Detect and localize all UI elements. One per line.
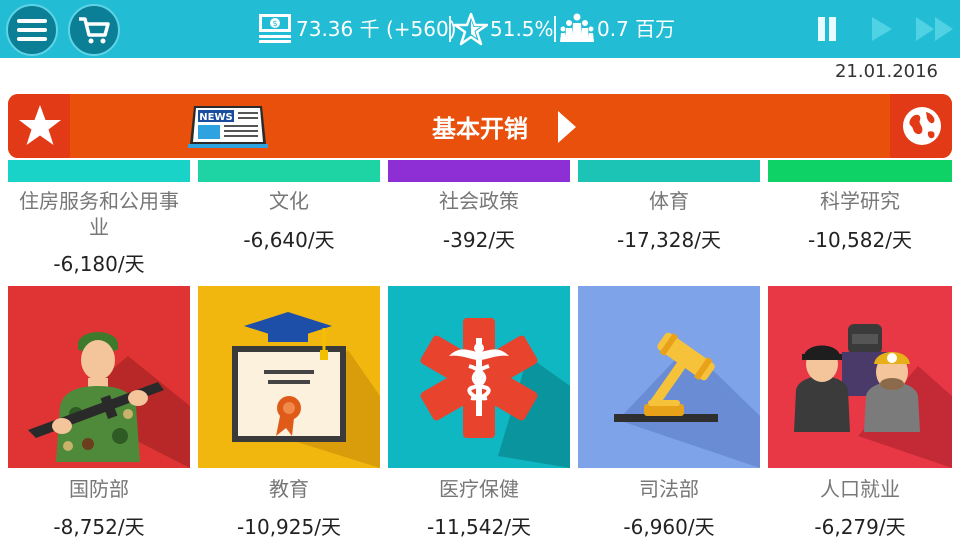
fast-forward-icon[interactable]: [914, 14, 956, 44]
budget-card-healthcare[interactable]: 医疗保健 -11,542/天: [388, 286, 570, 540]
people-icon: [560, 13, 594, 42]
budget-card-justice[interactable]: 司法部 -6,960/天: [578, 286, 760, 540]
budget-card-social-policy[interactable]: 社会政策 -392/天: [388, 160, 570, 278]
shop-button[interactable]: [68, 4, 120, 56]
budget-card-science[interactable]: 科学研究 -10,582/天: [768, 160, 952, 278]
divider: [554, 16, 556, 42]
card-value: -392/天: [442, 228, 516, 252]
card-label: 国防部: [69, 477, 129, 501]
card-label: 文化: [269, 189, 309, 213]
globe-icon: [903, 107, 941, 145]
card-image: [578, 286, 760, 468]
card-value: -10,582/天: [808, 228, 912, 252]
cart-icon: [79, 17, 110, 44]
card-label: 住房服务和公用事业: [19, 189, 179, 239]
card-color-strip: [8, 160, 190, 182]
population-value: 0.7 百万: [597, 17, 676, 41]
budget-card-sports[interactable]: 体育 -17,328/天: [578, 160, 760, 278]
card-value: -10,925/天: [237, 515, 341, 539]
card-value: -6,640/天: [243, 228, 335, 252]
card-image: [8, 286, 190, 468]
card-image: [198, 286, 380, 468]
budget-card-housing[interactable]: 住房服务和公用事业 -6,180/天: [8, 160, 190, 278]
card-label: 医疗保健: [439, 477, 519, 501]
soldier-icon: [28, 332, 190, 468]
svg-text:$: $: [272, 19, 277, 28]
arrow-right-icon[interactable]: [556, 109, 578, 145]
card-label: 人口就业: [820, 477, 900, 501]
card-image: [768, 286, 952, 468]
star-icon: [454, 12, 488, 46]
pause-icon[interactable]: [812, 14, 842, 44]
medical-icon: [420, 318, 570, 468]
card-label: 教育: [269, 477, 309, 501]
menu-button[interactable]: [6, 4, 58, 56]
banner-title: 基本开销: [432, 115, 528, 143]
card-label: 司法部: [639, 477, 699, 501]
budget-card-culture[interactable]: 文化 -6,640/天: [198, 160, 380, 278]
category-banner: NEWS 基本开销: [8, 94, 952, 158]
gavel-icon: [614, 332, 760, 468]
top-bar: $ 73.36 千 (+560) 51.5% 0.7 百万: [0, 0, 960, 58]
menu-icon: [17, 19, 47, 41]
money-icon: $: [259, 14, 291, 43]
card-image: [388, 286, 570, 468]
workers-icon: [794, 324, 952, 468]
card-color-strip: [768, 160, 952, 182]
date-label: 21.01.2016: [834, 61, 938, 82]
card-label: 科学研究: [820, 189, 900, 213]
money-value: 73.36 千 (+560): [296, 17, 457, 41]
card-label: 社会政策: [439, 189, 519, 213]
card-value: -17,328/天: [617, 228, 721, 252]
card-value: -6,279/天: [814, 515, 906, 539]
globe-button[interactable]: [890, 94, 952, 158]
card-value: -8,752/天: [53, 515, 145, 539]
diploma-icon: [232, 312, 380, 468]
divider: [449, 16, 451, 42]
budget-card-employment[interactable]: 人口就业 -6,279/天: [768, 286, 952, 540]
budget-card-defense[interactable]: 国防部 -8,752/天: [8, 286, 190, 540]
card-value: -11,542/天: [427, 515, 531, 539]
card-value: -6,180/天: [53, 252, 145, 276]
card-color-strip: [388, 160, 570, 182]
card-label: 体育: [649, 189, 689, 213]
card-color-strip: [198, 160, 380, 182]
card-color-strip: [578, 160, 760, 182]
card-value: -6,960/天: [623, 515, 715, 539]
budget-card-education[interactable]: 教育 -10,925/天: [198, 286, 380, 540]
approval-value: 51.5%: [490, 17, 554, 41]
play-icon[interactable]: [866, 14, 896, 44]
